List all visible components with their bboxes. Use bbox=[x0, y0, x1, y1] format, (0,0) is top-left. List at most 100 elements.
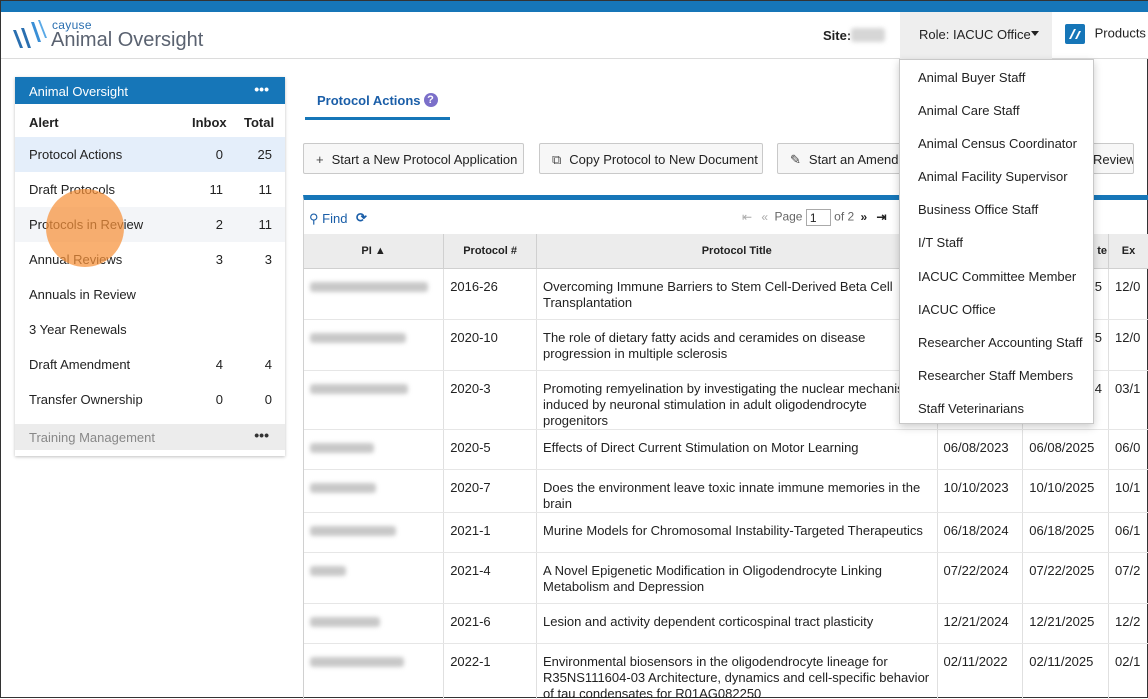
role-option-iacuc-office[interactable]: IACUC Office bbox=[900, 292, 1093, 325]
find-label: Find bbox=[322, 211, 348, 226]
prev-page-icon[interactable]: « bbox=[761, 210, 768, 224]
role-option-researcher-accounting-staff[interactable]: Researcher Accounting Staff bbox=[900, 325, 1093, 358]
last-page-icon[interactable]: ⇥ bbox=[877, 210, 887, 224]
sidebar-item-3-year-renewals[interactable]: 3 Year Renewals bbox=[15, 312, 285, 347]
table-row[interactable]: 2021-6 Lesion and activity dependent cort… bbox=[304, 603, 1148, 644]
role-option-animal-census-coordinator[interactable]: Animal Census Coordinator bbox=[900, 126, 1093, 159]
cell-date-1: 06/18/2024 bbox=[937, 512, 1024, 553]
role-option-staff-veterinarians[interactable]: Staff Veterinarians bbox=[900, 391, 1093, 424]
refresh-icon[interactable]: ⟳ bbox=[356, 210, 367, 226]
total-count: 3 bbox=[264, 252, 272, 267]
inbox-count: 0 bbox=[215, 392, 223, 407]
cell-date-2: 06/08/2025 bbox=[1022, 429, 1110, 470]
copy-protocol-button[interactable]: ⧉ Copy Protocol to New Document bbox=[539, 143, 763, 174]
col-header-protocol-title[interactable]: Protocol Title bbox=[536, 234, 938, 269]
cell-date-1: 07/22/2024 bbox=[937, 552, 1024, 604]
cell-date-2: 10/10/2025 bbox=[1022, 469, 1110, 513]
col-header-protocol-number[interactable]: Protocol # bbox=[443, 234, 538, 269]
cell-protocol-title: Effects of Direct Current Stimulation on… bbox=[536, 429, 938, 470]
role-option-animal-buyer-staff[interactable]: Animal Buyer Staff bbox=[900, 60, 1093, 93]
sidebar-item-label: Annual Reviews bbox=[29, 252, 123, 267]
cell-protocol-number: 2022-1 bbox=[443, 643, 538, 699]
col-header-expiration[interactable]: Ex bbox=[1108, 234, 1148, 269]
sidebar-item-transfer-ownership[interactable]: Transfer Ownership 0 0 bbox=[15, 382, 285, 417]
page-label: Page bbox=[774, 209, 803, 224]
sidebar-item-annual-reviews[interactable]: Annual Reviews 3 3 bbox=[15, 242, 285, 277]
tab-label: Protocol Actions bbox=[317, 93, 421, 108]
plus-icon: + bbox=[316, 152, 324, 167]
first-page-icon[interactable]: ⇤ bbox=[742, 210, 752, 224]
start-amendment-button[interactable]: ✎ Start an Amendment bbox=[777, 143, 902, 174]
cell-expiration: 10/1 bbox=[1108, 469, 1148, 513]
sidebar-item-draft-amendment[interactable]: Draft Amendment 4 4 bbox=[15, 347, 285, 382]
cell-expiration: 06/1 bbox=[1108, 512, 1148, 553]
sidebar-item-draft-protocols[interactable]: Draft Protocols 11 11 bbox=[15, 172, 285, 207]
pi-name-redacted bbox=[310, 616, 380, 627]
cell-protocol-title: Overcoming Immune Barriers to Stem Cell-… bbox=[536, 268, 938, 320]
cell-protocol-number: 2020-7 bbox=[443, 469, 538, 513]
sidebar-column-headers: Alert Inbox Total bbox=[15, 104, 285, 137]
sidebar-training-management[interactable]: Training Management ••• bbox=[15, 424, 285, 450]
col-alert: Alert bbox=[29, 115, 59, 130]
role-option-researcher-staff-members[interactable]: Researcher Staff Members bbox=[900, 358, 1093, 391]
cell-pi-redacted bbox=[304, 370, 445, 430]
col-header-pi[interactable]: PI ▲︎ bbox=[304, 234, 445, 269]
next-page-icon[interactable]: » bbox=[861, 210, 868, 224]
cell-expiration: 12/0 bbox=[1108, 319, 1148, 371]
inbox-count: 2 bbox=[215, 217, 223, 232]
role-option-iacuc-committee-member[interactable]: IACUC Committee Member bbox=[900, 259, 1093, 292]
cell-protocol-number: 2021-6 bbox=[443, 603, 538, 644]
table-row[interactable]: 2022-1 Environmental biosensors in the ol… bbox=[304, 643, 1148, 699]
total-count: 11 bbox=[258, 182, 273, 197]
sidebar-item-label: Transfer Ownership bbox=[29, 392, 143, 407]
cell-protocol-number: 2021-4 bbox=[443, 552, 538, 604]
cell-pi-redacted bbox=[304, 429, 445, 470]
cell-date-1: 02/11/2022 bbox=[937, 643, 1024, 699]
pi-name-redacted bbox=[310, 482, 376, 493]
products-icon bbox=[1065, 24, 1085, 44]
cell-protocol-number: 2020-10 bbox=[443, 319, 538, 371]
pi-name-redacted bbox=[310, 281, 428, 292]
sidebar-item-label: Protocol Actions bbox=[29, 147, 123, 162]
cell-protocol-title: Does the environment leave toxic innate … bbox=[536, 469, 938, 513]
app-title[interactable]: Animal Oversight bbox=[51, 29, 203, 52]
pager: ⇤ « Page 1 of 2 » ⇥ bbox=[739, 209, 890, 226]
table-row[interactable]: 2020-7 Does the environment leave toxic i… bbox=[304, 469, 1148, 513]
cell-pi-redacted bbox=[304, 603, 445, 644]
alerts-sidebar: Animal Oversight ••• Alert Inbox Total P… bbox=[15, 77, 285, 456]
cell-expiration: 12/0 bbox=[1108, 268, 1148, 320]
start-new-protocol-label: Start a New Protocol Application bbox=[331, 152, 518, 167]
cell-pi-redacted bbox=[304, 643, 445, 699]
role-option-business-office-staff[interactable]: Business Office Staff bbox=[900, 192, 1093, 225]
cell-protocol-number: 2016-26 bbox=[443, 268, 538, 320]
role-option-animal-care-staff[interactable]: Animal Care Staff bbox=[900, 93, 1093, 126]
cell-pi-redacted bbox=[304, 512, 445, 553]
tab-protocol-actions[interactable]: Protocol Actions? bbox=[305, 87, 450, 120]
total-count: 0 bbox=[264, 392, 272, 407]
start-new-protocol-button[interactable]: + Start a New Protocol Application bbox=[303, 143, 524, 174]
role-selector-button[interactable]: Role: IACUC Office bbox=[900, 12, 1052, 59]
pencil-icon: ✎ bbox=[790, 152, 801, 167]
help-icon[interactable]: ? bbox=[423, 93, 438, 107]
table-row[interactable]: 2021-4 A Novel Epigenetic Modification in… bbox=[304, 552, 1148, 604]
inbox-count: 3 bbox=[215, 252, 223, 267]
products-menu[interactable]: Products bbox=[1065, 24, 1146, 44]
page-input[interactable]: 1 bbox=[805, 209, 831, 226]
copy-protocol-label: Copy Protocol to New Document bbox=[569, 152, 758, 167]
sidebar-item-annuals-in-review[interactable]: Annuals in Review bbox=[15, 277, 285, 312]
role-option-it-staff[interactable]: I/T Staff bbox=[900, 225, 1093, 258]
find-button[interactable]: ⚲ Find bbox=[309, 211, 347, 227]
role-option-animal-facility-supervisor[interactable]: Animal Facility Supervisor bbox=[900, 159, 1093, 192]
table-row[interactable]: 2021-1 Murine Models for Chromosomal Inst… bbox=[304, 512, 1148, 553]
cell-date-2: 06/18/2025 bbox=[1022, 512, 1110, 553]
pi-name-redacted bbox=[310, 332, 406, 343]
sidebar-item-protocols-in-review[interactable]: Protocols in Review 2 11 bbox=[15, 207, 285, 242]
training-menu-icon[interactable]: ••• bbox=[254, 427, 269, 443]
sidebar-menu-icon[interactable]: ••• bbox=[254, 81, 269, 97]
sidebar-item-label: Annuals in Review bbox=[29, 287, 136, 302]
cell-expiration: 07/2 bbox=[1108, 552, 1148, 604]
search-icon: ⚲ bbox=[309, 211, 319, 226]
top-accent-bar bbox=[1, 1, 1148, 12]
sidebar-item-protocol-actions[interactable]: Protocol Actions 0 25 bbox=[15, 137, 285, 172]
table-row[interactable]: 2020-5 Effects of Direct Current Stimulat… bbox=[304, 429, 1148, 470]
